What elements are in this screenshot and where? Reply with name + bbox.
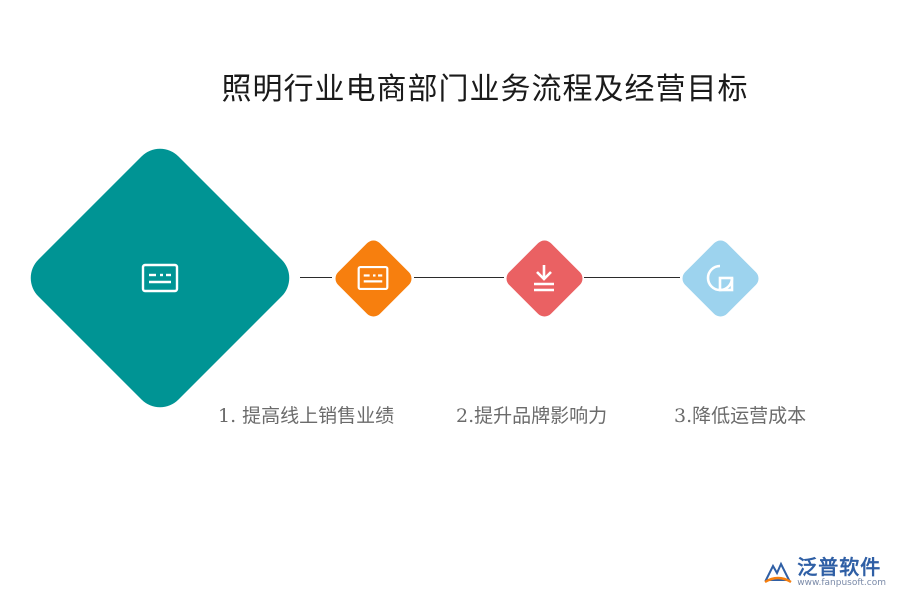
goal-label-1: 1. 提高线上销售业绩	[218, 405, 395, 427]
connector-line-2	[414, 277, 504, 278]
connector-line-3	[584, 277, 680, 278]
download-tray-icon	[534, 265, 554, 292]
id-card-icon	[357, 265, 389, 291]
watermark-logo: 泛普软件 www.fanpusoft.com	[763, 557, 886, 588]
chart-square-icon	[706, 264, 734, 292]
brand-logo-icon	[764, 561, 792, 583]
id-card-icon	[141, 263, 179, 293]
watermark-brand: 泛普软件	[797, 555, 882, 579]
goal-label-2: 2.提升品牌影响力	[456, 405, 608, 427]
goal-label-3: 3.降低运营成本	[674, 405, 807, 427]
watermark-url: www.fanpusoft.com	[797, 578, 886, 588]
step-2-node	[502, 236, 586, 320]
connector-line-1	[300, 277, 332, 278]
main-node	[19, 137, 301, 419]
step-1-node	[331, 236, 415, 320]
diagram-canvas: 照明行业电商部门业务流程及经营目标 1. 提高线上销售业绩 2.提升品牌影响力 …	[0, 0, 900, 600]
step-3-node	[678, 236, 762, 320]
diagram-title: 照明行业电商部门业务流程及经营目标	[221, 72, 749, 107]
